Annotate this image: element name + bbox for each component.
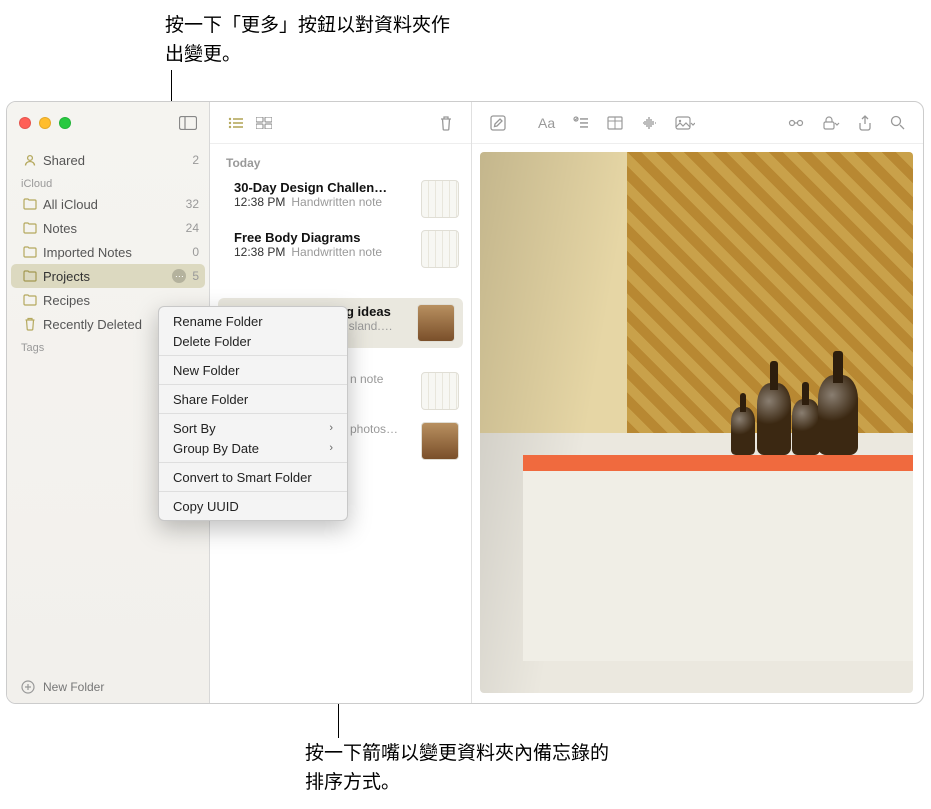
note-snippet: Handwritten note <box>291 245 382 259</box>
sidebar-label: All iCloud <box>43 197 186 212</box>
menu-label: Sort By <box>173 421 216 436</box>
lock-icon[interactable] <box>814 112 848 134</box>
folder-context-menu: Rename Folder Delete Folder New Folder S… <box>158 306 348 521</box>
gallery-view-icon[interactable] <box>250 113 278 133</box>
folder-icon <box>21 294 39 306</box>
media-icon[interactable] <box>667 112 703 134</box>
window-titlebar <box>7 102 209 144</box>
sidebar-item-projects[interactable]: Projects ⋯ 5 <box>11 264 205 288</box>
menu-label: Group By Date <box>173 441 259 456</box>
sidebar-label: Shared <box>43 153 192 168</box>
folder-icon <box>21 270 39 282</box>
note-title: g ideas <box>346 304 409 319</box>
link-icon[interactable] <box>780 112 812 134</box>
menu-separator <box>159 413 347 414</box>
menu-new-folder[interactable]: New Folder <box>159 360 347 380</box>
note-content <box>472 144 923 703</box>
checklist-icon[interactable] <box>565 112 597 134</box>
note-snippet: n note <box>350 372 383 386</box>
menu-sort-by[interactable]: Sort By › <box>159 418 347 438</box>
note-snippet: island.… <box>346 319 393 333</box>
menu-separator <box>159 384 347 385</box>
callout-top: 按一下「更多」按鈕以對資料夾作出變更。 <box>165 12 465 69</box>
detail-toolbar: Aa <box>472 102 923 144</box>
shared-icon <box>21 153 39 167</box>
compose-icon[interactable] <box>482 111 514 135</box>
note-snippet: photos… <box>350 422 398 436</box>
menu-group-by-date[interactable]: Group By Date › <box>159 438 347 458</box>
sidebar-footer[interactable]: New Folder <box>7 671 209 703</box>
new-folder-label: New Folder <box>43 680 104 694</box>
sidebar-count: 5 <box>192 269 199 283</box>
app-window: Shared 2 iCloud All iCloud 32 Notes 24 I… <box>6 101 924 704</box>
sidebar-item-shared[interactable]: Shared 2 <box>7 148 209 172</box>
sidebar-toggle-icon[interactable] <box>179 116 197 130</box>
menu-separator <box>159 355 347 356</box>
sidebar-count: 0 <box>192 245 199 259</box>
chevron-right-icon: › <box>329 422 333 434</box>
note-row[interactable]: Free Body Diagrams 12:38 PM Handwritten n… <box>210 224 471 274</box>
note-thumbnail <box>421 372 459 410</box>
sidebar-item-all-icloud[interactable]: All iCloud 32 <box>7 192 209 216</box>
menu-convert-smart[interactable]: Convert to Smart Folder <box>159 467 347 487</box>
sidebar-count: 32 <box>186 197 199 211</box>
note-thumbnail <box>421 180 459 218</box>
share-icon[interactable] <box>850 111 880 135</box>
sidebar-section-icloud: iCloud <box>7 172 209 192</box>
more-icon[interactable]: ⋯ <box>172 269 186 283</box>
list-toolbar <box>210 102 471 144</box>
note-time: 12:38 PM <box>234 245 285 259</box>
menu-rename-folder[interactable]: Rename Folder <box>159 311 347 331</box>
search-icon[interactable] <box>882 111 913 134</box>
plus-circle-icon <box>21 680 35 694</box>
note-title: Free Body Diagrams <box>234 230 413 245</box>
callout-bottom: 按一下箭嘴以變更資料夾內備忘錄的排序方式。 <box>305 740 625 797</box>
sidebar-label: Notes <box>43 221 186 236</box>
delete-note-icon[interactable] <box>433 111 459 135</box>
note-thumbnail <box>421 422 459 460</box>
notes-section-today: Today <box>210 152 471 174</box>
folder-icon <box>21 198 39 210</box>
note-row[interactable]: 30-Day Design Challen… 12:38 PM Handwritt… <box>210 174 471 224</box>
folder-icon <box>21 222 39 234</box>
menu-share-folder[interactable]: Share Folder <box>159 389 347 409</box>
menu-delete-folder[interactable]: Delete Folder <box>159 331 347 351</box>
sidebar-count: 2 <box>192 153 199 167</box>
audio-icon[interactable] <box>633 112 665 134</box>
note-snippet: Handwritten note <box>291 195 382 209</box>
list-view-icon[interactable] <box>222 113 250 133</box>
note-thumbnail <box>421 230 459 268</box>
menu-copy-uuid[interactable]: Copy UUID <box>159 496 347 516</box>
fullscreen-window-button[interactable] <box>59 117 71 129</box>
trash-icon <box>21 317 39 331</box>
note-thumbnail <box>417 304 455 342</box>
sidebar-count: 24 <box>186 221 199 235</box>
folder-icon <box>21 246 39 258</box>
note-title: 30-Day Design Challen… <box>234 180 413 195</box>
note-photo <box>480 152 913 693</box>
menu-separator <box>159 491 347 492</box>
sidebar-label: Projects <box>43 269 172 284</box>
format-icon[interactable]: Aa <box>530 111 563 135</box>
traffic-lights[interactable] <box>19 117 71 129</box>
sidebar-label: Imported Notes <box>43 245 192 260</box>
menu-separator <box>159 462 347 463</box>
chevron-right-icon: › <box>329 442 333 454</box>
sidebar-item-imported[interactable]: Imported Notes 0 <box>7 240 209 264</box>
note-time: 12:38 PM <box>234 195 285 209</box>
minimize-window-button[interactable] <box>39 117 51 129</box>
detail-pane: Aa <box>472 102 923 703</box>
close-window-button[interactable] <box>19 117 31 129</box>
sidebar-item-notes[interactable]: Notes 24 <box>7 216 209 240</box>
table-icon[interactable] <box>599 112 631 134</box>
